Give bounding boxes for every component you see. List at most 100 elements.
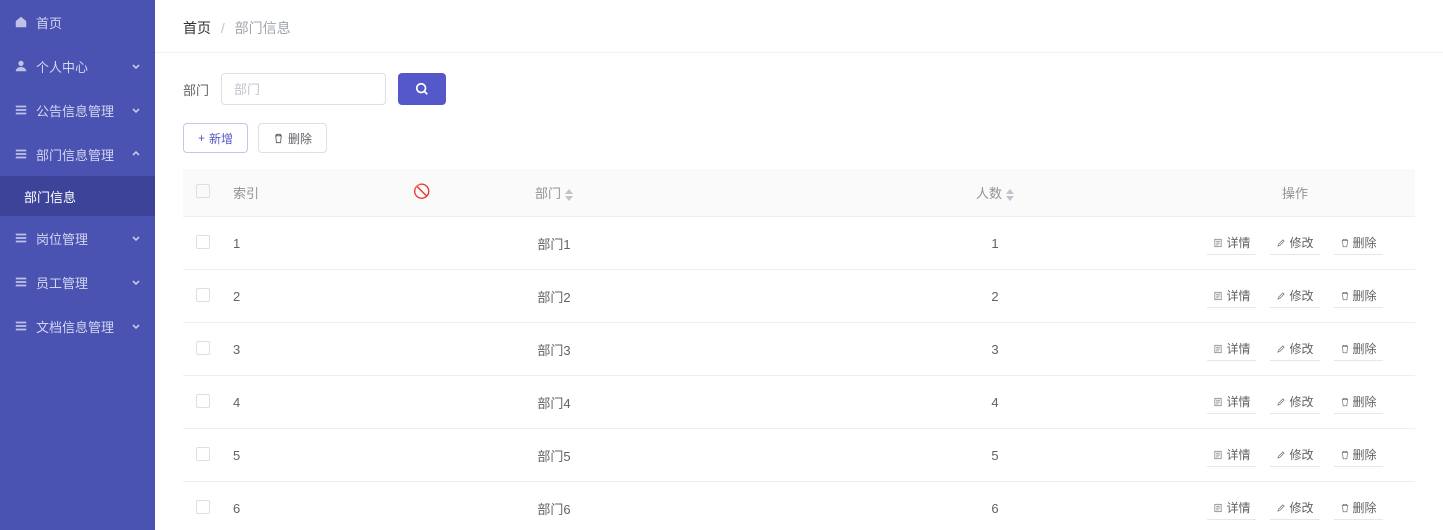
search-icon: [415, 82, 429, 96]
row-checkbox[interactable]: [196, 288, 210, 302]
table-header-row: 索引 部门 人数 操作: [183, 169, 1415, 217]
trash-icon: [1340, 344, 1350, 354]
breadcrumb-current: 部门信息: [235, 20, 291, 36]
edit-action[interactable]: 修改: [1270, 390, 1319, 414]
cell-index: 2: [223, 270, 293, 323]
filter-label: 部门: [183, 80, 209, 99]
cell-count: 1: [815, 217, 1175, 270]
list-icon: [14, 231, 28, 245]
doc-icon: [1213, 291, 1223, 301]
edit-action[interactable]: 修改: [1270, 231, 1319, 255]
edit-action[interactable]: 修改: [1270, 337, 1319, 361]
cell-dept: 部门1: [293, 217, 815, 270]
dept-filter-input[interactable]: [221, 73, 386, 105]
main: 首页 / 部门信息 部门 +新增 删除 🚫 索引 部门 人数 操作: [155, 0, 1443, 530]
col-index[interactable]: 索引: [223, 169, 293, 217]
delete-button[interactable]: 删除: [258, 123, 327, 153]
sidebar-label: 岗位管理: [36, 229, 88, 248]
chevron-down-icon: [131, 105, 141, 115]
data-table: 索引 部门 人数 操作 1部门11详情修改删除2部门22详情修改删除3部门33详…: [183, 169, 1415, 530]
list-icon: [14, 275, 28, 289]
breadcrumb: 首页 / 部门信息: [155, 0, 1443, 53]
cell-count: 3: [815, 323, 1175, 376]
table-row: 3部门33 详情修改删除: [183, 323, 1415, 376]
sidebar-label: 首页: [36, 13, 62, 32]
table-row: 1部门11 详情修改删除: [183, 217, 1415, 270]
edit-icon: [1276, 450, 1286, 460]
sidebar-item-document[interactable]: 文档信息管理: [0, 304, 155, 348]
cell-dept: 部门6: [293, 482, 815, 530]
delete-action[interactable]: 删除: [1334, 284, 1383, 308]
chevron-down-icon: [131, 61, 141, 71]
sidebar: 首页 个人中心 公告信息管理 部门信息管理 部门信息 岗位管理 员工管理 文档信…: [0, 0, 155, 530]
list-icon: [14, 319, 28, 333]
edit-icon: [1276, 344, 1286, 354]
row-checkbox[interactable]: [196, 500, 210, 514]
breadcrumb-sep: /: [221, 20, 225, 36]
row-checkbox[interactable]: [196, 394, 210, 408]
sidebar-label: 员工管理: [36, 273, 88, 292]
table-row: 5部门55详情修改删除: [183, 429, 1415, 482]
sidebar-item-home[interactable]: 首页: [0, 0, 155, 44]
cell-dept: 部门2: [293, 270, 815, 323]
sort-icon[interactable]: [1006, 189, 1014, 201]
detail-action[interactable]: 详情: [1207, 284, 1256, 308]
doc-icon: [1213, 450, 1223, 460]
doc-icon: [1213, 503, 1223, 513]
table-row: 6部门66详情修改删除: [183, 482, 1415, 530]
cell-count: 6: [815, 482, 1175, 530]
sidebar-label: 文档信息管理: [36, 317, 114, 336]
filter-row: 部门: [183, 73, 1415, 105]
plus-icon: +: [198, 131, 205, 145]
detail-action[interactable]: 详情: [1207, 231, 1256, 255]
sidebar-item-employee[interactable]: 员工管理: [0, 260, 155, 304]
trash-icon: [1340, 291, 1350, 301]
delete-action[interactable]: 删除: [1334, 443, 1383, 467]
cell-index: 4: [223, 376, 293, 429]
cell-index: 1: [223, 217, 293, 270]
edit-icon: [1276, 291, 1286, 301]
sidebar-sub-dept-info[interactable]: 部门信息: [0, 176, 155, 216]
row-checkbox[interactable]: [196, 341, 210, 355]
sidebar-item-announcement[interactable]: 公告信息管理: [0, 88, 155, 132]
cell-dept: 部门5: [293, 429, 815, 482]
add-button[interactable]: +新增: [183, 123, 248, 153]
col-count[interactable]: 人数: [815, 169, 1175, 217]
doc-icon: [1213, 238, 1223, 248]
cell-index: 3: [223, 323, 293, 376]
breadcrumb-root[interactable]: 首页: [183, 20, 211, 36]
sidebar-label: 个人中心: [36, 57, 88, 76]
detail-action[interactable]: 详情: [1207, 496, 1256, 520]
sidebar-item-department[interactable]: 部门信息管理: [0, 132, 155, 176]
sort-icon[interactable]: [565, 189, 573, 201]
row-checkbox[interactable]: [196, 235, 210, 249]
detail-action[interactable]: 详情: [1207, 337, 1256, 361]
col-dept[interactable]: 部门: [293, 169, 815, 217]
edit-action[interactable]: 修改: [1270, 496, 1319, 520]
chevron-down-icon: [131, 233, 141, 243]
cell-dept: 部门3: [293, 323, 815, 376]
sidebar-item-profile[interactable]: 个人中心: [0, 44, 155, 88]
table-row: 4部门44详情修改删除: [183, 376, 1415, 429]
row-checkbox[interactable]: [196, 447, 210, 461]
delete-action[interactable]: 删除: [1334, 231, 1383, 255]
toolbar: +新增 删除: [183, 123, 1415, 153]
chevron-down-icon: [131, 321, 141, 331]
edit-icon: [1276, 238, 1286, 248]
cell-count: 5: [815, 429, 1175, 482]
detail-action[interactable]: 详情: [1207, 443, 1256, 467]
sidebar-item-position[interactable]: 岗位管理: [0, 216, 155, 260]
edit-action[interactable]: 修改: [1270, 443, 1319, 467]
content: 部门 +新增 删除 🚫 索引 部门 人数 操作 1部门11详情修改删除2部门22…: [155, 53, 1443, 530]
select-all-checkbox[interactable]: [196, 184, 210, 198]
delete-action[interactable]: 删除: [1334, 337, 1383, 361]
doc-icon: [1213, 397, 1223, 407]
delete-action[interactable]: 删除: [1334, 496, 1383, 520]
search-button[interactable]: [398, 73, 446, 105]
home-icon: [14, 15, 28, 29]
delete-action[interactable]: 删除: [1334, 390, 1383, 414]
trash-icon: [1340, 238, 1350, 248]
detail-action[interactable]: 详情: [1207, 390, 1256, 414]
cell-count: 4: [815, 376, 1175, 429]
edit-action[interactable]: 修改: [1270, 284, 1319, 308]
